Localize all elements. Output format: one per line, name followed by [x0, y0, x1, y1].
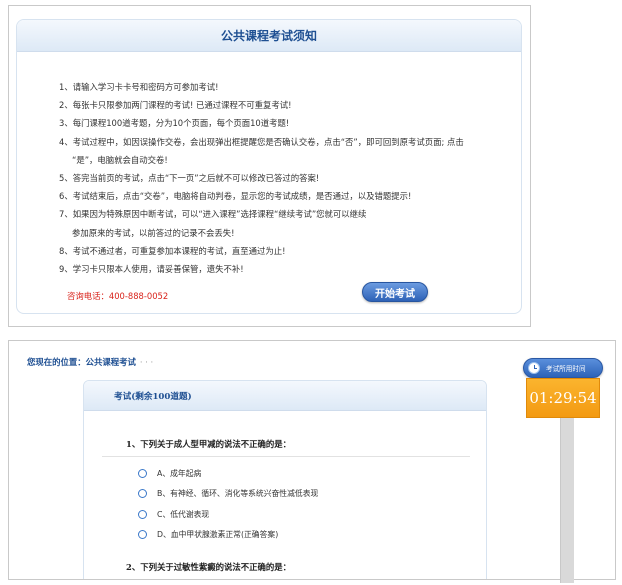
rule-item: 9、学习卡只限本人使用，请妥善保管，遗失不补!	[59, 264, 244, 275]
answer-option-c[interactable]: C、低代谢表现	[138, 504, 470, 525]
answer-option-b[interactable]: B、有神经、循环、消化等系统兴奋性减低表现	[138, 484, 470, 505]
breadcrumb-current[interactable]: 公共课程考试	[86, 357, 136, 367]
breadcrumb-trail: · · ·	[139, 357, 154, 367]
timer-value: 01:29:54	[529, 389, 597, 407]
rule-item: 7、如果因为特殊原因中断考试，可以“进入课程”选择课程“继续考试”您就可以继续参…	[59, 205, 501, 241]
timer-badge: 考试所用时间	[523, 358, 603, 378]
radio-button[interactable]	[138, 468, 147, 478]
question-item: 1、下列关于成人型甲减的说法不正确的是： A、成年起病 B、有神经、循环、消化等…	[102, 438, 470, 545]
radio-button[interactable]	[138, 489, 147, 499]
rules-list: 1、请输入学习卡卡号和密码方可参加考试! 2、每张卡只限参加两门课程的考试! 已…	[17, 52, 521, 278]
rule-item: 3、每门课程100道考题，分为10个页面，每个页面10道考题!	[59, 118, 290, 129]
option-label: B、有神经、循环、消化等系统兴奋性减低表现	[157, 489, 319, 499]
notice-header: 公共课程考试须知	[17, 20, 521, 52]
exam-title: 考试(剩余100道题)	[114, 391, 192, 402]
option-label: D、血中甲状腺激素正常(正确答案)	[157, 530, 279, 540]
exam-panel: 您现在的位置：公共课程考试 · · · 考试(剩余100道题) 1、下列关于成人型…	[8, 340, 616, 580]
start-exam-button[interactable]: 开始考试	[362, 282, 428, 302]
radio-button[interactable]	[138, 530, 147, 540]
exam-notice-box: 公共课程考试须知 1、请输入学习卡卡号和密码方可参加考试! 2、每张卡只限参加两…	[16, 19, 522, 314]
exam-question-box: 考试(剩余100道题) 1、下列关于成人型甲减的说法不正确的是： A、成年起病 …	[83, 380, 487, 579]
option-label: A、成年起病	[157, 468, 202, 478]
rule-item: 6、考试结束后，点击“交卷”，电脑将自动判卷，显示您的考试成绩，是否通过，以及错…	[59, 191, 412, 202]
answer-option-a[interactable]: A、成年起病	[138, 463, 470, 484]
breadcrumb: 您现在的位置：公共课程考试 · · ·	[27, 356, 153, 368]
exam-notice-panel: 公共课程考试须知 1、请输入学习卡卡号和密码方可参加考试! 2、每张卡只限参加两…	[8, 5, 531, 327]
timer-label: 考试所用时间	[546, 365, 586, 373]
question-text: 2、下列关于过敏性紫癜的说法不正确的是：	[102, 561, 470, 579]
rule-item: 4、考试过程中，如因误操作交卷，会出现弹出框提醒您是否确认交卷，点击“否”，即可…	[59, 133, 501, 169]
notice-title: 公共课程考试须知	[220, 29, 317, 43]
exam-header: 考试(剩余100道题)	[84, 381, 486, 411]
rule-item: 1、请输入学习卡卡号和密码方可参加考试!	[59, 82, 219, 92]
question-text: 1、下列关于成人型甲减的说法不正确的是：	[102, 438, 470, 457]
rule-item: 8、考试不通过者，可重复参加本课程的考试，直至通过为止!	[59, 245, 286, 256]
breadcrumb-label: 您现在的位置：	[27, 357, 86, 367]
rule-item-continued: “是”，电脑就会自动交卷!	[72, 154, 168, 165]
answer-option-d[interactable]: D、血中甲状腺激素正常(正确答案)	[138, 525, 470, 546]
hotline-text: 咨询电话：400-888-0052	[67, 291, 169, 301]
rule-item: 5、答完当前页的考试，点击“下一页”之后就不可以修改已答过的答案!	[59, 173, 320, 184]
timer-display: 01:29:54	[526, 378, 600, 418]
question-item: 2、下列关于过敏性紫癜的说法不正确的是：	[102, 561, 470, 579]
option-list: A、成年起病 B、有神经、循环、消化等系统兴奋性减低表现 C、低代谢表现 D、血…	[102, 457, 470, 545]
rule-item-continued: 参加原来的考试，以前答过的记录不会丢失!	[72, 227, 235, 238]
option-label: C、低代谢表现	[157, 509, 210, 519]
rule-item: 2、每张卡只限参加两门课程的考试! 已通过课程不可重复考试!	[59, 100, 292, 111]
clock-icon	[528, 362, 540, 374]
radio-button[interactable]	[138, 509, 147, 519]
